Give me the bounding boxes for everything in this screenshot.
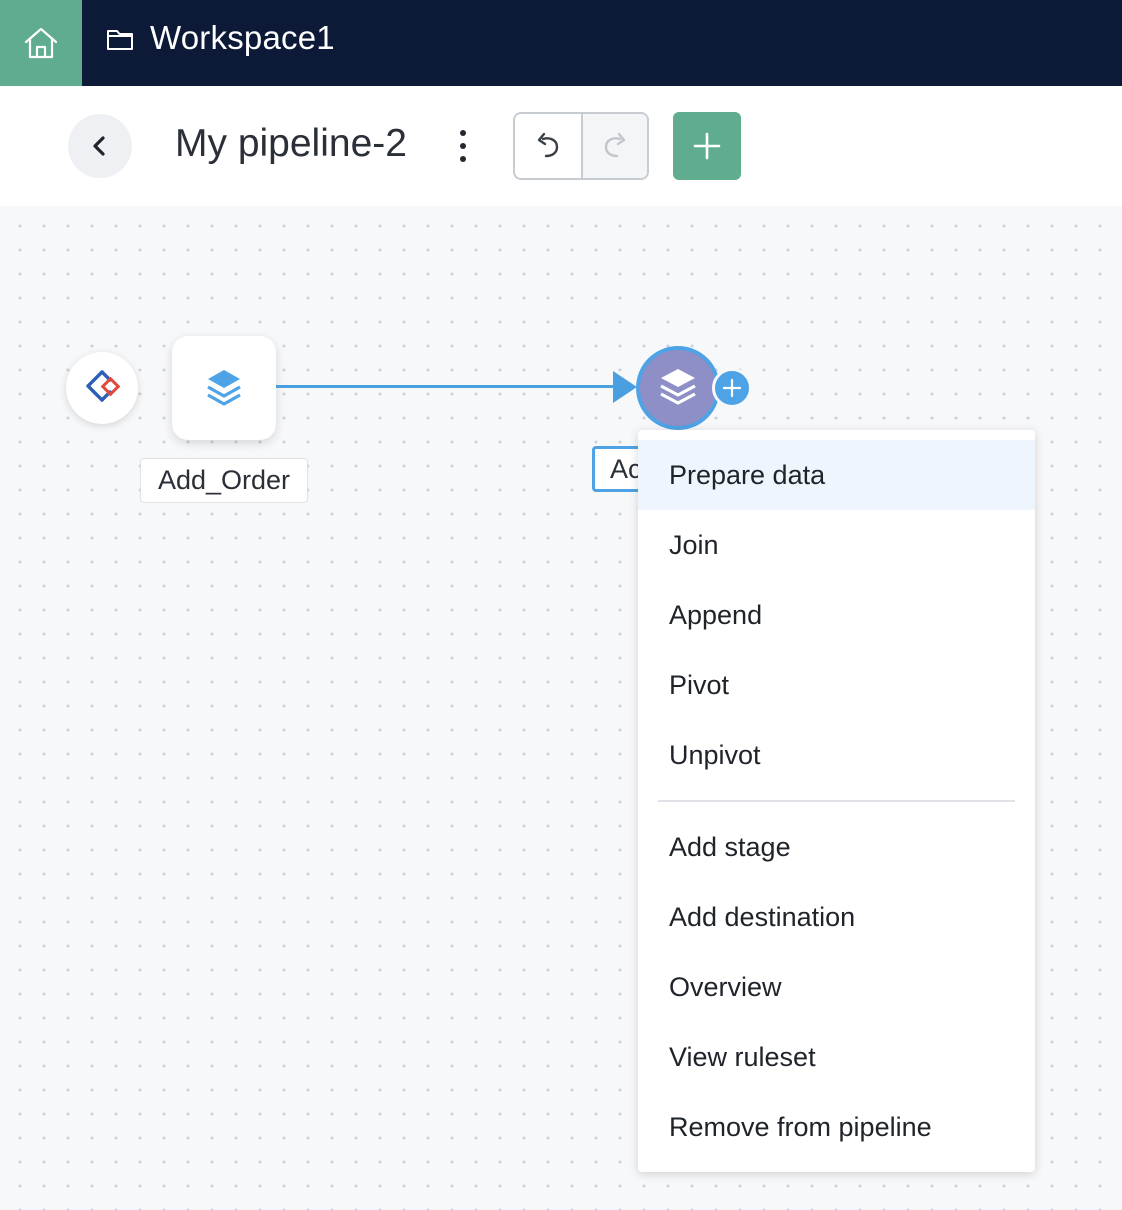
undo-redo-group bbox=[513, 112, 649, 180]
layers-icon bbox=[207, 370, 241, 406]
menu-item-add-stage[interactable]: Add stage bbox=[638, 812, 1035, 882]
add-button[interactable] bbox=[673, 112, 741, 180]
back-button[interactable] bbox=[68, 114, 132, 178]
stage-context-menu: Prepare data Join Append Pivot Unpivot A… bbox=[638, 430, 1035, 1172]
kebab-dot bbox=[460, 143, 466, 149]
source-node[interactable] bbox=[66, 352, 138, 424]
connector-arrowhead bbox=[613, 371, 637, 403]
menu-item-remove-from-pipeline[interactable]: Remove from pipeline bbox=[638, 1092, 1035, 1162]
pipeline-header: My pipeline-2 bbox=[0, 86, 1122, 206]
plus-icon bbox=[722, 378, 742, 398]
menu-item-join[interactable]: Join bbox=[638, 510, 1035, 580]
layers-icon bbox=[660, 369, 696, 405]
home-icon bbox=[24, 27, 58, 59]
chevron-left-icon bbox=[93, 136, 105, 156]
menu-item-pivot[interactable]: Pivot bbox=[638, 650, 1035, 720]
menu-divider bbox=[658, 800, 1015, 802]
pipeline-title: My pipeline-2 bbox=[175, 122, 407, 165]
menu-item-unpivot[interactable]: Unpivot bbox=[638, 720, 1035, 790]
more-options-button[interactable] bbox=[449, 126, 477, 166]
kebab-dot bbox=[460, 130, 466, 136]
stage-node[interactable] bbox=[636, 346, 720, 430]
menu-item-view-ruleset[interactable]: View ruleset bbox=[638, 1022, 1035, 1092]
home-button[interactable] bbox=[0, 0, 82, 86]
menu-item-append[interactable]: Append bbox=[638, 580, 1035, 650]
workspace-title[interactable]: Workspace1 bbox=[150, 19, 335, 57]
undo-button[interactable] bbox=[515, 114, 581, 178]
dataset-node-add-order[interactable] bbox=[172, 336, 276, 440]
menu-item-overview[interactable]: Overview bbox=[638, 952, 1035, 1022]
redo-icon bbox=[604, 132, 626, 158]
redo-button[interactable] bbox=[580, 114, 647, 178]
menu-item-add-destination[interactable]: Add destination bbox=[638, 882, 1035, 952]
node-label-add-order[interactable]: Add_Order bbox=[140, 458, 308, 503]
undo-icon bbox=[537, 132, 559, 158]
source-connector-icon bbox=[86, 370, 121, 402]
connector-line bbox=[276, 385, 620, 388]
add-next-stage-button[interactable] bbox=[712, 368, 752, 408]
plus-icon bbox=[693, 132, 721, 160]
top-bar: Workspace1 bbox=[0, 0, 1122, 86]
folder-icon bbox=[107, 30, 133, 50]
kebab-dot bbox=[460, 156, 466, 162]
menu-item-prepare-data[interactable]: Prepare data bbox=[638, 440, 1035, 510]
